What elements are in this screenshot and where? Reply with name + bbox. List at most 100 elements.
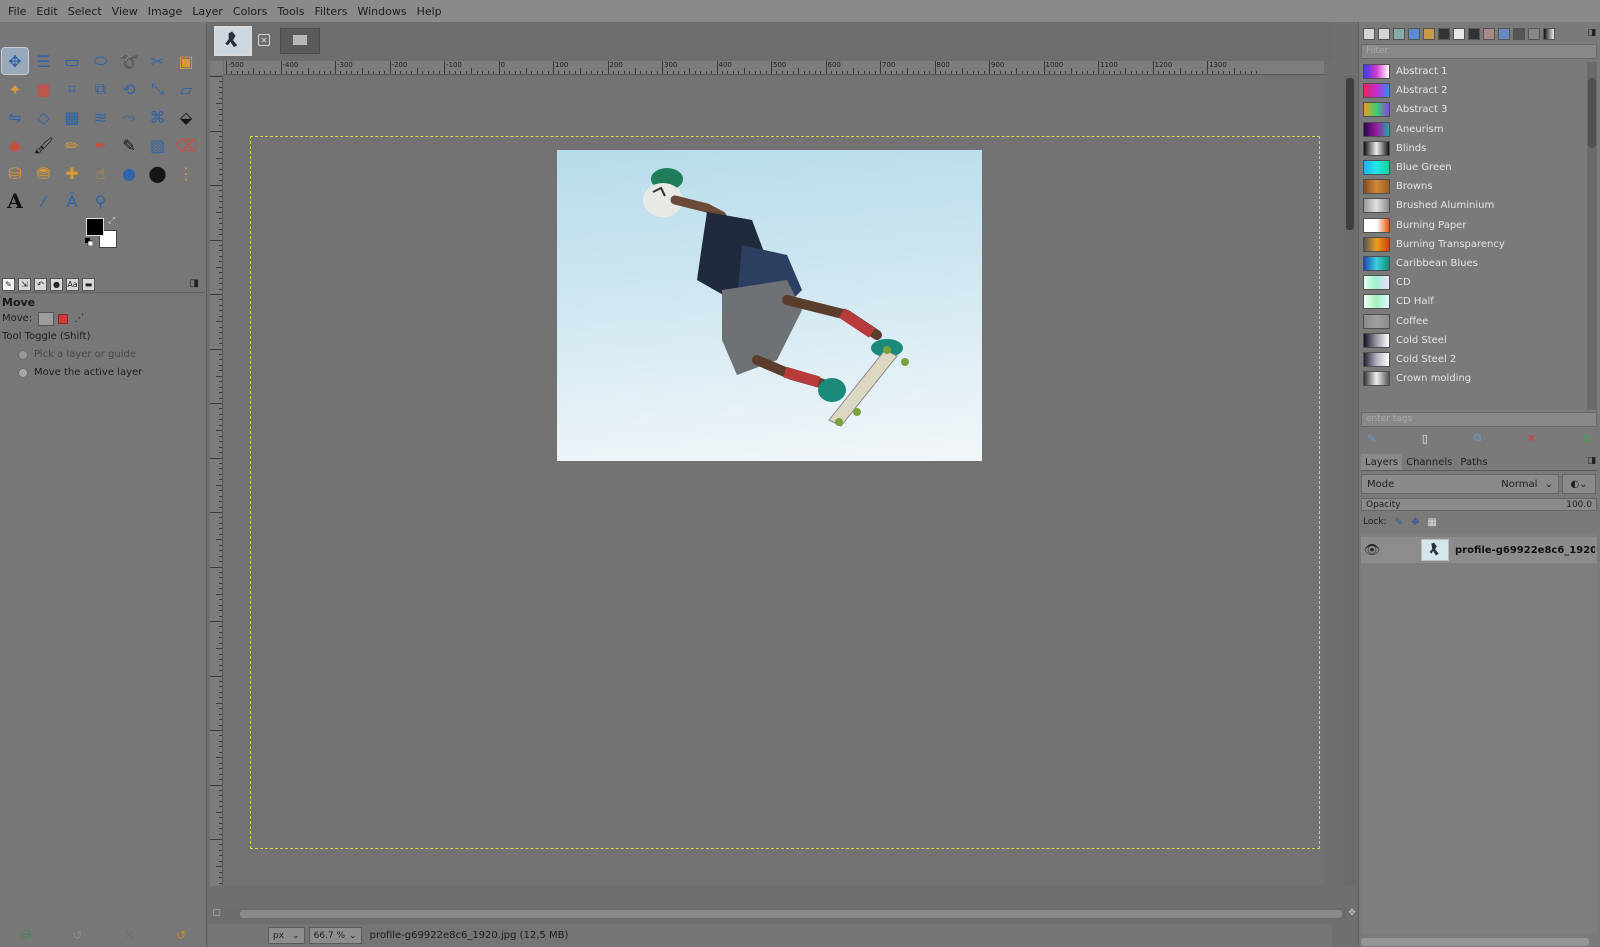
tool-presets-icon[interactable]	[1513, 28, 1525, 40]
configure-tab-icon[interactable]: ◨	[1587, 28, 1596, 38]
eraser-tool-icon[interactable]: ⌫	[173, 132, 199, 158]
unified-transform-tool-icon[interactable]: ⧉	[88, 76, 114, 102]
gradient-list-item[interactable]: Brushed Aluminium	[1361, 196, 1585, 215]
menu-filters[interactable]: Filters	[310, 5, 351, 18]
gradient-list-item[interactable]: Abstract 1	[1361, 62, 1585, 81]
gradients-icon[interactable]	[1543, 28, 1555, 40]
layer-row[interactable]: 👁 profile-g69922e8c6_1920.	[1361, 537, 1597, 563]
gradient-list-item[interactable]: Blue Green	[1361, 158, 1585, 177]
menu-help[interactable]: Help	[413, 5, 446, 18]
menu-colors[interactable]: Colors	[229, 5, 271, 18]
move-layer-button[interactable]	[38, 311, 55, 326]
gradient-tool-icon[interactable]: ◆	[2, 132, 28, 158]
image-tab-thumbnail[interactable]	[214, 26, 252, 56]
gradient-list-item[interactable]: Burning Transparency	[1361, 235, 1585, 254]
airbrush-tool-icon[interactable]: ✒	[88, 132, 114, 158]
shear-tool-icon[interactable]: ▱	[173, 76, 199, 102]
document-icon[interactable]	[1363, 28, 1375, 40]
move-selection-button[interactable]	[58, 313, 69, 324]
paintbrush-tool-icon[interactable]: 🖌	[31, 132, 57, 158]
menu-image[interactable]: Image	[144, 5, 186, 18]
menu-layer[interactable]: Layer	[188, 5, 227, 18]
align-tool-icon[interactable]: ☰	[31, 48, 57, 74]
flip-tool-icon[interactable]: ⇋	[2, 104, 28, 130]
color-select-tool-icon[interactable]: ▦	[31, 76, 57, 102]
bucket-fill-tool-icon[interactable]: ⬙	[173, 104, 199, 130]
dodge-burn-tool-icon[interactable]: ⬤	[145, 160, 171, 186]
device-status-tab[interactable]: ⇲	[18, 278, 31, 291]
warp-text-tool-icon[interactable]: Ā	[59, 188, 85, 214]
brushes-icon[interactable]	[1438, 28, 1450, 40]
menu-select[interactable]: Select	[64, 5, 106, 18]
restore-options-icon[interactable]: ↺	[73, 928, 83, 942]
tab-paths[interactable]: Paths	[1456, 454, 1491, 470]
fonts-tab[interactable]: Aa	[66, 278, 79, 291]
gradients-tab[interactable]: ▬	[82, 278, 95, 291]
configure-tab-icon[interactable]: ◨	[190, 278, 199, 289]
free-select-tool-icon[interactable]: ➰	[116, 48, 142, 74]
save-options-icon[interactable]: ⛁	[21, 928, 31, 942]
opacity-slider[interactable]: Opacity 100.0	[1361, 498, 1597, 511]
new-gradient-icon[interactable]: ▯	[1422, 432, 1428, 445]
unit-select[interactable]: px ⌄	[268, 927, 305, 944]
edit-gradient-icon[interactable]: ✎	[1367, 432, 1376, 445]
gradient-filter-input[interactable]: Filter	[1361, 44, 1597, 59]
smudge-tool-icon[interactable]: ☝	[88, 160, 114, 186]
gradient-list-item[interactable]: Coffee	[1361, 311, 1585, 330]
menu-file[interactable]: File	[4, 5, 30, 18]
skateboarder-photo[interactable]	[557, 150, 982, 461]
image-canvas[interactable]	[224, 76, 1324, 886]
gradient-list-scroll-thumb[interactable]	[1588, 78, 1596, 148]
menu-view[interactable]: View	[108, 5, 142, 18]
gradient-list-item[interactable]: Crown molding	[1361, 369, 1585, 388]
vertical-scrollbar-thumb[interactable]	[1346, 78, 1354, 230]
lock-pixels-icon[interactable]: ✎	[1395, 517, 1403, 528]
reset-colors-icon[interactable]	[85, 238, 93, 246]
gradient-list-item[interactable]: Abstract 3	[1361, 100, 1585, 119]
horizontal-scrollbar-thumb[interactable]	[240, 910, 1342, 918]
crop-tool-icon[interactable]: ⌗	[59, 76, 85, 102]
reset-options-icon[interactable]: ↺	[176, 928, 186, 942]
menu-windows[interactable]: Windows	[353, 5, 410, 18]
scissors-select-tool-icon[interactable]: ✂	[145, 48, 171, 74]
fonts-icon[interactable]	[1453, 28, 1465, 40]
gradient-tags-input[interactable]: enter tags	[1361, 412, 1597, 427]
warp-transform-tool-icon[interactable]: ≋	[88, 104, 114, 130]
layer-mode-select[interactable]: Mode Normal ⌄	[1361, 474, 1559, 494]
tab-channels[interactable]: Channels	[1402, 454, 1456, 470]
gradient-list-item[interactable]: Abstract 2	[1361, 81, 1585, 100]
zoom-select[interactable]: 66.7 % ⌄	[308, 927, 362, 944]
cage-transform-tool-icon[interactable]: ▩	[59, 104, 85, 130]
pick-layer-radio[interactable]	[18, 349, 28, 360]
menu-tools[interactable]: Tools	[273, 5, 308, 18]
menu-edit[interactable]: Edit	[32, 5, 61, 18]
rotate-tool-icon[interactable]: ⟲	[116, 76, 142, 102]
ink-tool-icon[interactable]: ✎	[116, 132, 142, 158]
buffers-icon[interactable]	[1498, 28, 1510, 40]
measure-tool-icon[interactable]: ⋮	[173, 160, 199, 186]
paths-tool-icon[interactable]: ⌘	[145, 104, 171, 130]
visibility-eye-icon[interactable]: 👁	[1361, 543, 1383, 558]
mypaint-brush-tool-icon[interactable]: ▧	[145, 132, 171, 158]
zoom-tool-icon[interactable]: ⚲	[88, 188, 114, 214]
refresh-gradients-icon[interactable]: ↻	[1582, 432, 1591, 445]
quick-mask-icon[interactable]: ▢	[210, 908, 223, 920]
perspective-tool-icon[interactable]: ◇	[31, 104, 57, 130]
foreground-select-tool-icon[interactable]: ▣	[173, 48, 199, 74]
heal-tool-icon[interactable]: ✚	[59, 160, 85, 186]
configure-tab-icon[interactable]: ◨	[1587, 456, 1596, 466]
gradient-list-item[interactable]: Cold Steel	[1361, 331, 1585, 350]
scale-tool-icon[interactable]: ⤡	[145, 76, 171, 102]
color-picker-tool-icon[interactable]: ⁄	[31, 188, 57, 214]
blur-tool-icon[interactable]: ●	[116, 160, 142, 186]
composite-mode-button[interactable]: ◐⌄	[1562, 474, 1596, 494]
colormap-icon[interactable]	[1423, 28, 1435, 40]
close-tab-icon[interactable]: ✕	[258, 34, 270, 46]
palette-icon[interactable]	[1408, 28, 1420, 40]
lock-alpha-icon[interactable]: ▦	[1427, 517, 1436, 528]
foreground-color-swatch[interactable]	[86, 218, 104, 236]
lock-position-icon[interactable]: ✥	[1411, 517, 1419, 528]
images-icon[interactable]	[1378, 28, 1390, 40]
move-tool-icon[interactable]: ✥	[1, 47, 29, 75]
clone-tool-icon[interactable]: ⛁	[2, 160, 28, 186]
